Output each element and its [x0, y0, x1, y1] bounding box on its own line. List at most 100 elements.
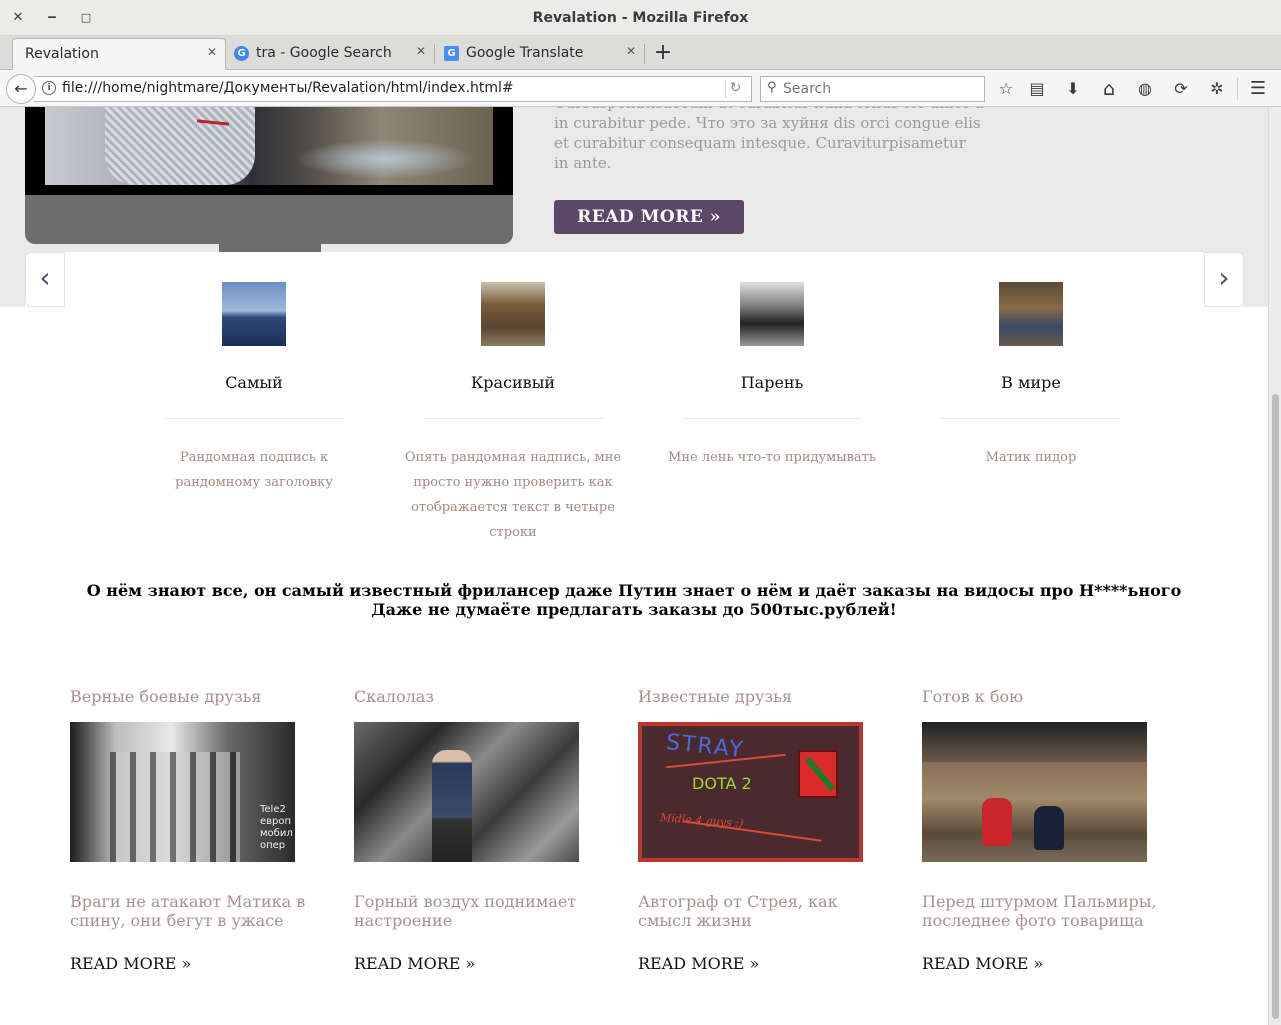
menu-icon[interactable]: ☰: [1246, 77, 1270, 101]
toolbar-separator: [1237, 78, 1238, 100]
sync-icon[interactable]: ⟳: [1169, 77, 1193, 101]
dota-logo-icon: [798, 750, 838, 798]
search-input[interactable]: [783, 80, 978, 98]
tab-close-icon[interactable]: ✕: [624, 44, 638, 58]
tab-label: tra - Google Search: [256, 45, 392, 61]
tab-bar: Revalation ✕ G tra - Google Search ✕ G G…: [0, 36, 1281, 71]
window-titlebar: ✕ ‒ □ Revalation - Mozilla Firefox: [0, 0, 1281, 36]
tab-label: Revalation: [25, 46, 99, 62]
post-read-more-link[interactable]: READ MORE »: [922, 954, 1172, 973]
post-description: Автограф от Стрея, как смысл жизни: [638, 892, 838, 930]
post-read-more-link[interactable]: READ MORE »: [70, 954, 320, 973]
game-title-text: DOTA 2: [692, 774, 752, 793]
search-box[interactable]: ⚲: [760, 76, 985, 102]
feature-thumbnail: [222, 282, 286, 346]
google-icon: G: [234, 46, 249, 61]
slider-next-button[interactable]: ›: [1204, 252, 1244, 307]
post-read-more-link[interactable]: READ MORE »: [638, 954, 888, 973]
feature-title: Самый: [225, 373, 283, 392]
site-info-icon[interactable]: i: [42, 81, 56, 95]
bookmark-star-icon[interactable]: ☆: [994, 77, 1018, 101]
tab-google-search[interactable]: G tra - Google Search ✕: [226, 38, 434, 70]
autograph-text: STRAY: [664, 729, 746, 764]
announcement-line-2: Даже не думаёте предлагать заказы до 500…: [371, 600, 897, 619]
feature-description: Опять рандомная надпись, мне просто нужн…: [404, 450, 622, 540]
feature-divider: [164, 418, 344, 419]
tab-label: Google Translate: [466, 45, 584, 61]
feature-description: Матик пидор: [985, 450, 1077, 465]
photo-billboard-text: Tele2 европ мобил опер: [260, 804, 293, 851]
page-viewport: Cursuspenatisaccum ut curabitur nulla te…: [0, 107, 1268, 1025]
photo-person-dark: [1034, 806, 1064, 850]
post-card: Верные боевые друзья Tele2 европ мобил о…: [70, 687, 320, 973]
photo-person: [105, 107, 255, 185]
tab-separator: [644, 44, 645, 64]
web-icon[interactable]: ◍: [1133, 77, 1157, 101]
post-image[interactable]: [354, 722, 579, 862]
announcement-line-1: О нём знают все, он самый известный фрил…: [86, 581, 1182, 600]
tab-google-translate[interactable]: G Google Translate ✕: [436, 38, 644, 70]
reload-icon[interactable]: ↻: [725, 80, 745, 98]
reading-list-icon[interactable]: ▤: [1025, 77, 1049, 101]
page-scrollbar[interactable]: [1268, 107, 1281, 1025]
monitor-bezel: [25, 107, 513, 195]
feature-thumbnail: [740, 282, 804, 346]
photo-scaffold: [110, 752, 240, 862]
post-image[interactable]: [922, 722, 1147, 862]
download-icon[interactable]: ⬇: [1061, 77, 1085, 101]
signature-stroke: [682, 820, 822, 842]
post-title[interactable]: Верные боевые друзья: [70, 687, 320, 706]
scrollbar-thumb[interactable]: [1272, 394, 1279, 1019]
slider-prev-button[interactable]: ‹: [25, 252, 65, 307]
url-bar[interactable]: i file:///home/nightmare/Документы/Reval…: [34, 76, 752, 102]
feature-divider: [682, 418, 862, 419]
monitor-screen-photo: [45, 107, 493, 185]
feature-item: Самый Рандомная подпись к рандомному заг…: [124, 282, 384, 495]
photo-climber: [432, 750, 472, 862]
feature-thumbnail: [481, 282, 545, 346]
tab-separator: [434, 44, 435, 64]
window-title: Revalation - Mozilla Firefox: [532, 10, 749, 26]
post-description: Враги не атакают Матика в спину, они бег…: [70, 892, 306, 930]
feature-title: В мире: [1001, 373, 1061, 392]
feature-item: В мире Матик пидор: [901, 282, 1161, 470]
tab-close-icon[interactable]: ✕: [205, 45, 219, 59]
post-card: Готов к бою Перед штурмом Пальмиры, посл…: [922, 687, 1172, 973]
post-title[interactable]: Скалолаз: [354, 687, 604, 706]
feature-title: Красивый: [470, 373, 556, 392]
photo-ceiling: [922, 722, 1147, 762]
translate-icon: G: [444, 46, 459, 61]
extension-icon[interactable]: ✲: [1205, 77, 1229, 101]
post-description: Горный воздух поднимает настроение: [354, 892, 577, 930]
post-title[interactable]: Известные друзья: [638, 687, 888, 706]
feature-title: Парень: [740, 373, 804, 392]
navigation-toolbar: i file:///home/nightmare/Документы/Reval…: [0, 70, 1281, 107]
feature-divider: [423, 418, 603, 419]
url-text[interactable]: file:///home/nightmare/Документы/Revalat…: [62, 80, 514, 96]
tab-revalation[interactable]: Revalation ✕: [12, 38, 226, 71]
post-title[interactable]: Готов к бою: [922, 687, 1172, 706]
search-icon: ⚲: [767, 80, 777, 95]
post-read-more-link[interactable]: READ MORE »: [354, 954, 604, 973]
new-tab-button[interactable]: +: [650, 40, 676, 66]
hero-text: Cursuspenatisaccum ut curabitur nulla te…: [554, 107, 984, 172]
feature-description: Рандомная подпись к рандомному заголовку: [175, 450, 333, 490]
announcement: О нём знают все, он самый известный фрил…: [0, 581, 1268, 619]
feature-description: Мне лень что-то придумывать: [668, 450, 876, 465]
hero-read-more-button[interactable]: READ MORE »: [554, 200, 744, 234]
feature-item: Парень Мне лень что-то придумывать: [642, 282, 902, 470]
feature-item: Красивый Опять рандомная надпись, мне пр…: [383, 282, 643, 545]
home-icon[interactable]: ⌂: [1097, 77, 1121, 101]
feature-thumbnail: [999, 282, 1063, 346]
dota-logo-stroke: [804, 756, 836, 792]
post-description: Перед штурмом Пальмиры, последнее фото т…: [922, 892, 1157, 930]
back-button[interactable]: ←: [6, 74, 36, 104]
post-image[interactable]: Tele2 европ мобил опер: [70, 722, 295, 862]
photo-water: [295, 139, 475, 179]
post-card: Известные друзья STRAY DOTA 2 Midle 4 gu…: [638, 687, 888, 973]
feature-divider: [941, 418, 1121, 419]
tab-close-icon[interactable]: ✕: [414, 44, 428, 58]
post-image[interactable]: STRAY DOTA 2 Midle 4 guys :): [638, 722, 863, 862]
post-card: Скалолаз Горный воздух поднимает настрое…: [354, 687, 604, 973]
photo-person-red: [982, 798, 1012, 846]
